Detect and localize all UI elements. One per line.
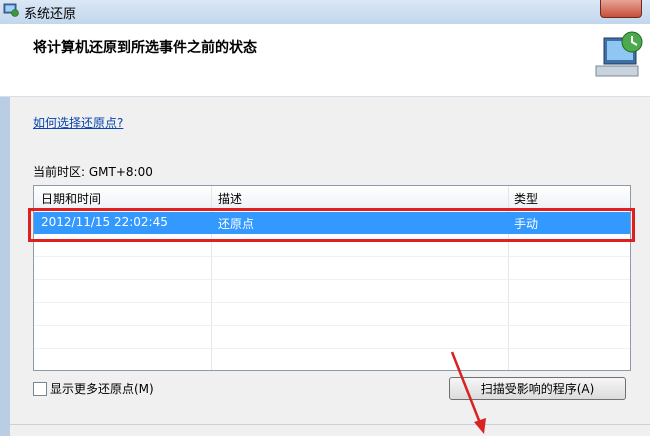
row-divider (34, 302, 630, 303)
column-header-description[interactable]: 描述 (218, 190, 242, 207)
divider (10, 424, 650, 425)
show-more-label[interactable]: 显示更多还原点(M) (50, 380, 154, 397)
highlight-annotation-frame (28, 208, 635, 242)
red-arrow-annotation (450, 351, 486, 434)
title-bar: 系统还原 (0, 0, 650, 24)
row-divider (34, 279, 630, 280)
column-header-datetime[interactable]: 日期和时间 (41, 190, 101, 207)
timezone-label: 当前时区: GMT+8:00 (33, 165, 153, 179)
system-restore-icon (3, 3, 19, 17)
row-divider (34, 325, 630, 326)
row-divider (34, 348, 630, 349)
computer-restore-icon (595, 31, 643, 77)
show-more-checkbox[interactable] (33, 382, 47, 396)
help-link[interactable]: 如何选择还原点? (33, 114, 123, 131)
window-title: 系统还原 (24, 7, 77, 22)
header-panel: 将计算机还原到所选事件之前的状态 (0, 24, 650, 97)
close-button[interactable] (600, 0, 642, 18)
column-header-type[interactable]: 类型 (514, 190, 538, 207)
page-title: 将计算机还原到所选事件之前的状态 (33, 40, 257, 56)
row-divider (34, 256, 630, 257)
table-header: 日期和时间 描述 类型 (34, 186, 630, 210)
